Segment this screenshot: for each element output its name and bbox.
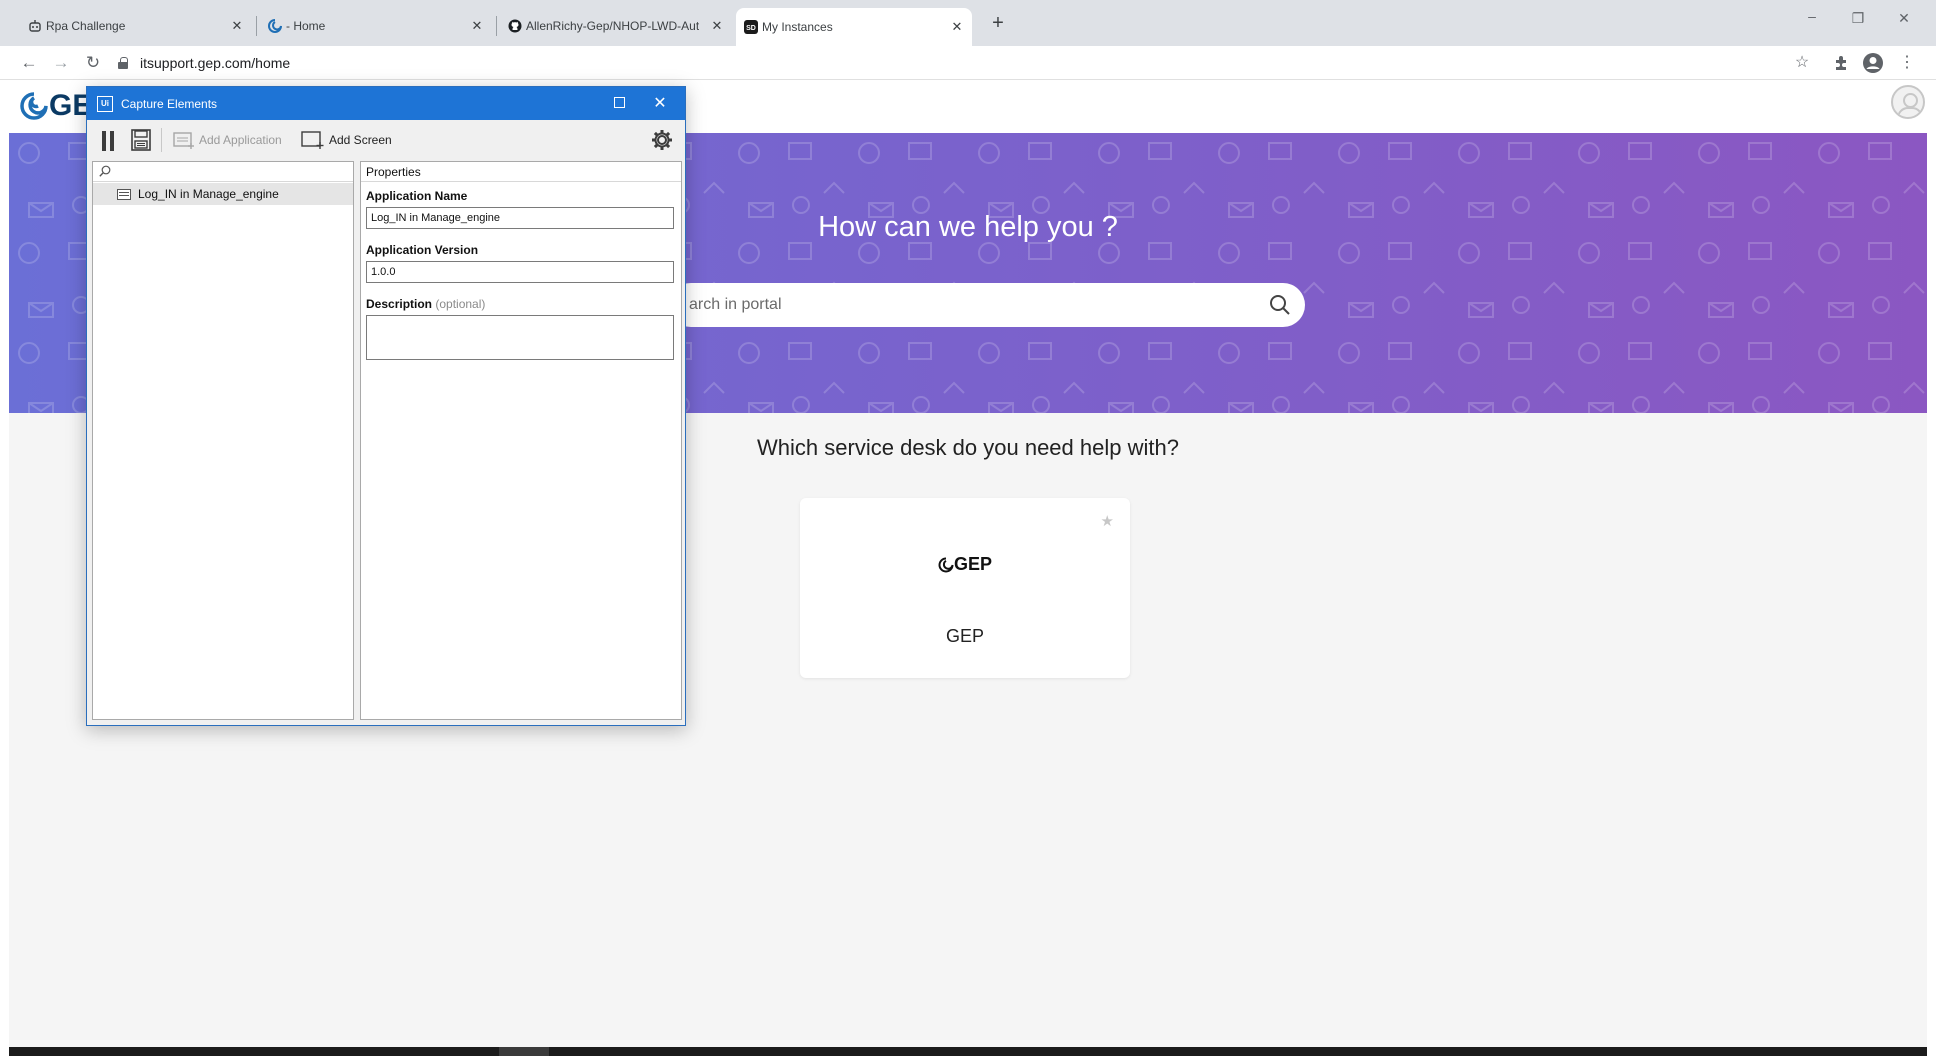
profile-icon[interactable] bbox=[1862, 52, 1884, 74]
gep-logo[interactable]: GE bbox=[19, 89, 92, 123]
properties-header: Properties bbox=[361, 162, 681, 182]
optional-hint: (optional) bbox=[435, 297, 486, 311]
sd-icon: SD bbox=[744, 20, 758, 34]
user-avatar[interactable] bbox=[1891, 85, 1925, 119]
element-tree-panel: Log_IN in Manage_engine bbox=[92, 161, 354, 720]
portal-search-input[interactable] bbox=[689, 283, 1249, 327]
restore-icon[interactable]: ❐ bbox=[1848, 10, 1868, 27]
add-screen-label: Add Screen bbox=[329, 133, 392, 147]
favorite-star-icon[interactable]: ★ bbox=[1101, 512, 1114, 530]
application-version-field[interactable] bbox=[366, 261, 674, 283]
card-name: GEP bbox=[945, 626, 984, 646]
dialog-close-icon[interactable]: ✕ bbox=[651, 93, 669, 113]
minimize-icon[interactable]: – bbox=[1802, 8, 1822, 24]
tree-item-application[interactable]: Log_IN in Manage_engine bbox=[93, 183, 353, 205]
add-screen-button[interactable]: Add Screen bbox=[301, 128, 392, 152]
save-icon[interactable] bbox=[131, 129, 151, 151]
close-icon[interactable]: ✕ bbox=[710, 18, 724, 34]
toolbar-separator bbox=[161, 128, 162, 152]
description-label-row: Description (optional) bbox=[366, 297, 485, 311]
card-logo-text: GEP bbox=[953, 554, 992, 574]
menu-kebab-icon[interactable]: ⋮ bbox=[1896, 52, 1918, 74]
browser-toolbar: ← → ↻ itsupport.gep.com/home ☆ ⋮ bbox=[0, 46, 1936, 80]
bookmark-star-icon[interactable]: ☆ bbox=[1791, 52, 1813, 74]
close-icon[interactable]: ✕ bbox=[470, 18, 484, 34]
portal-search-box bbox=[669, 283, 1305, 327]
tab-separator bbox=[496, 16, 497, 36]
description-label: Description bbox=[366, 297, 433, 311]
tab-rpa-challenge[interactable]: Rpa Challenge ✕ bbox=[20, 10, 252, 42]
tab-separator bbox=[256, 16, 257, 36]
new-tab-button[interactable]: + bbox=[986, 12, 1010, 35]
gep-swirl-icon bbox=[20, 92, 48, 120]
tab-label: My Instances bbox=[762, 20, 833, 34]
lock-icon bbox=[118, 57, 128, 69]
close-icon[interactable]: ✕ bbox=[230, 18, 244, 34]
back-arrow-icon[interactable]: ← bbox=[18, 52, 40, 74]
extensions-puzzle-icon[interactable] bbox=[1830, 52, 1852, 74]
add-application-button[interactable]: Add Application bbox=[173, 128, 282, 152]
maximize-icon[interactable] bbox=[614, 97, 625, 108]
url-text: itsupport.gep.com/home bbox=[140, 55, 291, 71]
tab-home[interactable]: - Home ✕ bbox=[260, 10, 492, 42]
application-name-field[interactable] bbox=[366, 207, 674, 229]
pause-icon[interactable] bbox=[101, 131, 115, 151]
application-icon bbox=[117, 188, 131, 200]
properties-panel: Properties Application Name Application … bbox=[360, 161, 682, 720]
robot-icon bbox=[29, 20, 41, 32]
tab-label: - Home bbox=[286, 19, 326, 33]
svg-text:SD: SD bbox=[746, 25, 756, 32]
taskbar-edge bbox=[9, 1047, 1927, 1056]
address-bar[interactable]: itsupport.gep.com/home bbox=[118, 49, 1818, 77]
card-gep-logo: GEP bbox=[800, 554, 1130, 575]
tree-item-label: Log_IN in Manage_engine bbox=[138, 187, 279, 201]
gep-swirl-icon bbox=[938, 557, 954, 572]
add-screen-icon bbox=[301, 131, 324, 149]
tab-github[interactable]: AllenRichy-Gep/NHOP-LWD-Aut ✕ bbox=[500, 10, 732, 42]
gear-icon[interactable] bbox=[651, 129, 673, 151]
reload-icon[interactable]: ↻ bbox=[82, 52, 104, 74]
tab-label: Rpa Challenge bbox=[46, 19, 126, 33]
search-icon[interactable] bbox=[1269, 294, 1291, 316]
window-close-icon[interactable]: ✕ bbox=[1894, 10, 1914, 27]
dialog-title-bar[interactable]: Ui Capture Elements ✕ bbox=[87, 87, 685, 120]
tree-search-field[interactable] bbox=[93, 162, 353, 182]
gep-swirl-icon bbox=[268, 19, 282, 33]
search-icon bbox=[99, 165, 111, 177]
close-icon[interactable]: ✕ bbox=[950, 19, 964, 35]
forward-arrow-icon[interactable]: → bbox=[50, 52, 72, 74]
uipath-app-icon: Ui bbox=[97, 95, 113, 112]
dialog-toolbar: Add Application Add Screen bbox=[87, 120, 685, 160]
tab-my-instances[interactable]: SD My Instances ✕ bbox=[736, 8, 972, 46]
description-field[interactable] bbox=[366, 315, 674, 360]
application-name-label: Application Name bbox=[366, 189, 468, 203]
add-application-label: Add Application bbox=[199, 133, 282, 147]
github-icon bbox=[508, 19, 522, 33]
browser-tab-bar: Rpa Challenge ✕ - Home ✕ AllenRichy-Gep/… bbox=[0, 0, 1936, 46]
service-desk-card-gep[interactable]: ★ GEP GEP bbox=[800, 498, 1130, 678]
capture-elements-dialog: Ui Capture Elements ✕ Add Application Ad… bbox=[86, 86, 686, 726]
taskbar-item bbox=[499, 1047, 549, 1056]
add-application-icon bbox=[173, 132, 194, 149]
dialog-title: Capture Elements bbox=[121, 96, 218, 111]
tab-label: AllenRichy-Gep/NHOP-LWD-Aut bbox=[526, 19, 700, 33]
application-version-label: Application Version bbox=[366, 243, 479, 257]
